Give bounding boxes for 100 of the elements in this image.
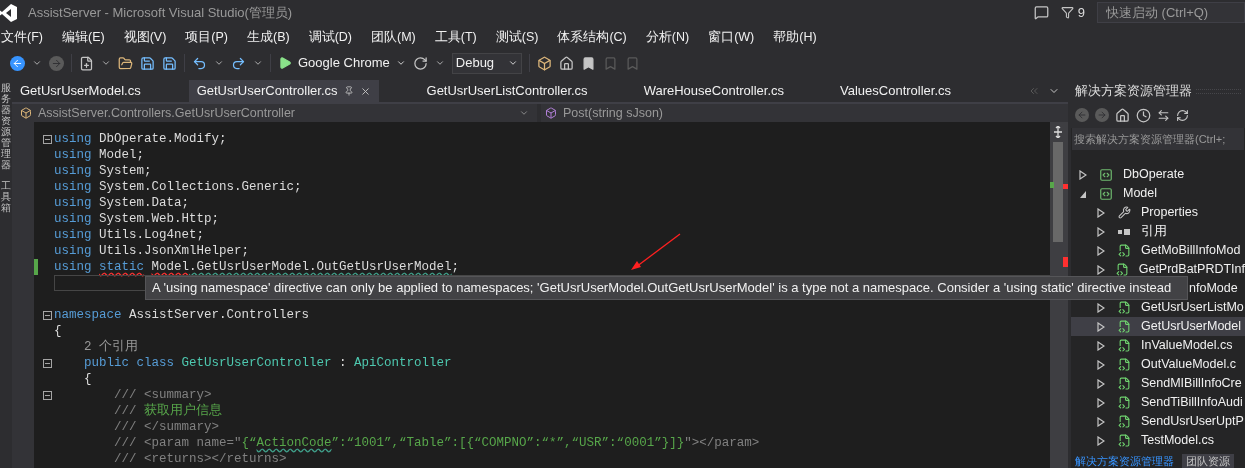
scroll-thumb[interactable] — [1053, 142, 1063, 242]
tree-item[interactable]: DbOperate — [1071, 165, 1245, 184]
sync-icon[interactable] — [1157, 108, 1170, 122]
tree-item[interactable]: 引用 — [1071, 222, 1245, 241]
collapsed-arrow-icon[interactable] — [1079, 169, 1089, 180]
collapse-icon[interactable] — [42, 310, 52, 320]
menu-item[interactable]: 项目(P) — [185, 28, 228, 47]
file-tab[interactable]: GetUsrUserController.cs — [188, 80, 379, 102]
tree-item[interactable]: SendTiBillInfoAudi — [1071, 393, 1245, 412]
collapsed-arrow-icon[interactable] — [1097, 340, 1107, 351]
refresh-icon[interactable] — [412, 55, 428, 71]
tree-item[interactable]: TestModel.cs — [1071, 431, 1245, 450]
menu-item[interactable]: 帮助(H) — [773, 28, 817, 47]
code-file-icon — [1117, 396, 1131, 409]
menu-item[interactable]: 生成(B) — [247, 28, 290, 47]
tree-item[interactable]: SendUsrUserUptP — [1071, 412, 1245, 431]
menu-item[interactable]: 编辑(E) — [61, 28, 105, 47]
collapsed-arrow-icon[interactable] — [1097, 321, 1107, 332]
code-file-icon — [1117, 377, 1131, 390]
side-panel-tab[interactable]: 服务器资源管理器 — [1, 82, 11, 170]
panel-tab[interactable]: 团队资源 — [1182, 454, 1234, 468]
collapse-icon[interactable] — [42, 358, 52, 368]
caret-icon[interactable] — [434, 58, 445, 68]
code-line: /// <returns></returns> — [113, 451, 288, 467]
configuration-dropdown[interactable]: Debug — [451, 52, 523, 74]
quick-launch-field[interactable]: 快速启动 (Ctrl+Q) — [1097, 2, 1245, 23]
feedback-icon[interactable] — [1033, 5, 1049, 20]
tree-item-label: TestModel.cs — [1141, 432, 1214, 450]
back-icon[interactable] — [10, 55, 25, 71]
run-target-button[interactable]: Google Chrome — [278, 53, 406, 73]
tree-item[interactable]: Properties — [1071, 203, 1245, 222]
collapse-icon[interactable] — [42, 134, 52, 144]
caret-icon[interactable] — [101, 58, 111, 68]
pending-changes-icon[interactable] — [1136, 107, 1151, 123]
collapsed-arrow-icon[interactable] — [1097, 245, 1107, 256]
tree-item[interactable]: OutValueModel.c — [1071, 355, 1245, 374]
undo-icon[interactable] — [192, 55, 207, 71]
code-line: using System.Data; — [54, 195, 191, 211]
menu-item[interactable]: 团队(M) — [371, 28, 416, 47]
save-all-icon[interactable] — [162, 55, 177, 71]
bookmark-icon[interactable] — [581, 55, 597, 71]
file-tab[interactable]: GetUsrUserListController.cs — [418, 80, 596, 102]
caret-icon[interactable] — [214, 58, 224, 68]
menu-item[interactable]: 分析(N) — [645, 28, 690, 47]
tree-item[interactable]: GetMoBillInfoMod — [1071, 241, 1245, 260]
panel-title: 解决方案资源管理器 — [1075, 82, 1192, 100]
collapsed-arrow-icon[interactable] — [1097, 416, 1107, 427]
tree-item-label: GetUsrUserListMo — [1141, 299, 1244, 317]
collapse-icon[interactable] — [42, 390, 52, 400]
open-folder-icon[interactable] — [118, 55, 133, 71]
collapsed-arrow-icon[interactable] — [1097, 378, 1107, 389]
collapsed-arrow-icon[interactable] — [1097, 435, 1107, 446]
code-file-icon — [1117, 434, 1131, 447]
tree-item[interactable]: GetUsrUserListMo — [1071, 298, 1245, 317]
close-icon[interactable] — [359, 85, 371, 97]
collapsed-arrow-icon[interactable] — [1097, 302, 1107, 313]
tab-label: ValuesController.cs — [840, 82, 952, 101]
collapsed-arrow-icon[interactable] — [1097, 226, 1107, 237]
menu-item[interactable]: 测试(S) — [495, 28, 539, 47]
collapsed-arrow-icon[interactable] — [1097, 359, 1107, 370]
tree-item[interactable]: GetUsrUserModel — [1071, 317, 1245, 336]
references-icon — [1118, 228, 1130, 235]
new-project-icon[interactable] — [79, 55, 94, 71]
code-line: public class GetUsrUserController : ApiController — [83, 355, 453, 371]
collapsed-arrow-icon[interactable] — [1097, 207, 1107, 218]
panel-tab[interactable]: 解决方案资源管理器 — [1071, 454, 1178, 468]
split-icon[interactable] — [1052, 126, 1064, 138]
collapsed-arrow-icon[interactable] — [1097, 397, 1107, 408]
panel-grip[interactable] — [1196, 88, 1241, 94]
tree-item[interactable]: GetPrdBatPRDTInf — [1071, 260, 1245, 279]
menu-item[interactable]: 窗口(W) — [708, 28, 755, 47]
pin-icon[interactable] — [343, 86, 354, 96]
redo-icon[interactable] — [231, 55, 246, 71]
method-icon — [545, 107, 557, 119]
notification-flag-icon[interactable] — [1060, 6, 1074, 19]
menu-item[interactable]: 视图(V) — [123, 28, 167, 47]
save-icon[interactable] — [140, 55, 155, 71]
tree-item-label: Properties — [1141, 204, 1198, 222]
collapsed-arrow-icon[interactable] — [1097, 264, 1107, 275]
menu-item[interactable]: 文件(F) — [1, 28, 43, 47]
visual-studio-logo — [0, 2, 18, 23]
tree-item-label: GetUsrUserModel — [1141, 318, 1242, 336]
type-scope-dropdown[interactable]: AssistServer.Controllers.GetUsrUserController — [12, 104, 537, 122]
menu-item[interactable]: 体系结构(C) — [557, 28, 627, 47]
menu-item[interactable]: 调试(D) — [308, 28, 352, 47]
home-icon[interactable] — [1115, 107, 1130, 123]
menu-item[interactable]: 工具(T) — [434, 28, 477, 47]
tree-item[interactable]: Model — [1071, 184, 1245, 203]
file-tab[interactable]: GetUsrUserModel.cs — [12, 80, 149, 102]
file-tab[interactable]: WareHouseController.cs — [635, 80, 793, 102]
caret-icon[interactable] — [32, 58, 42, 68]
member-dropdown[interactable]: Post(string sJson) — [541, 104, 1068, 122]
caret-icon[interactable] — [253, 58, 263, 68]
file-tab[interactable]: ValuesController.cs — [832, 80, 960, 102]
search-field[interactable]: 搜索解决方案资源管理器(Ctrl+; — [1072, 128, 1244, 150]
tree-item[interactable]: InValueModel.cs — [1071, 336, 1245, 355]
side-panel-tab[interactable]: 工具箱 — [1, 180, 11, 213]
refresh-icon[interactable] — [1176, 108, 1189, 122]
tree-item-label: SendUsrUserUptP — [1141, 413, 1244, 431]
tree-item[interactable]: SendMIBillInfoCre — [1071, 374, 1245, 393]
